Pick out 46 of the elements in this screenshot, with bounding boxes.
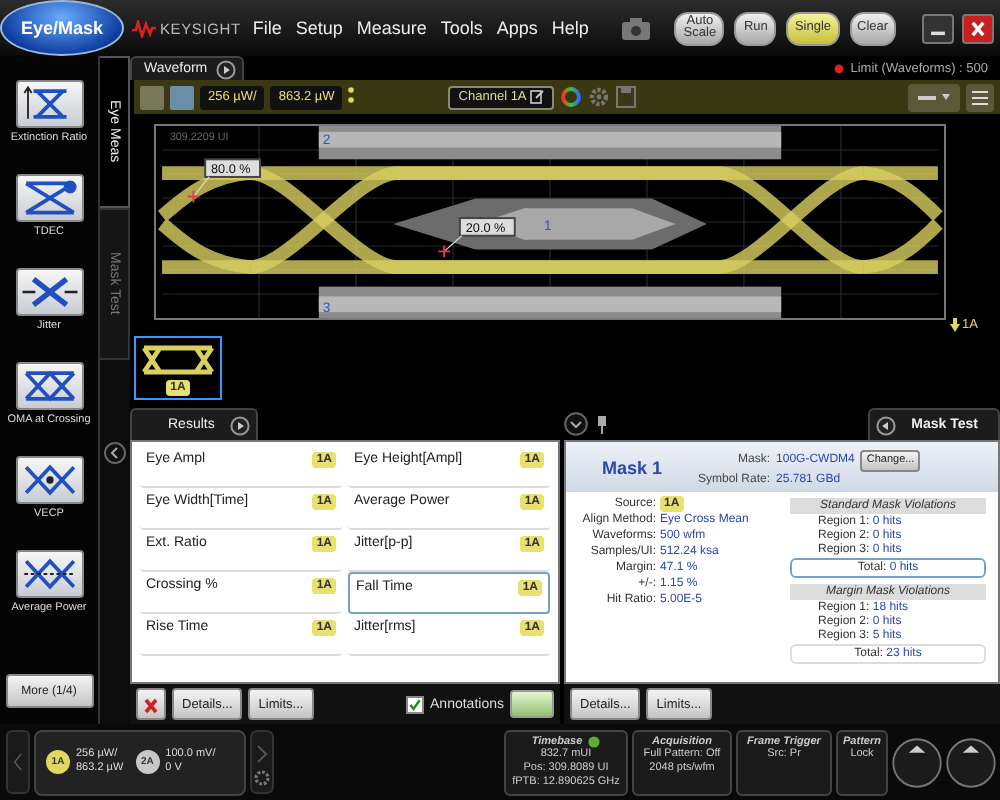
menu-item[interactable]: Help	[551, 18, 589, 38]
camera-icon[interactable]	[622, 17, 651, 39]
wave-logo-icon	[132, 19, 156, 37]
eye-icon	[140, 342, 216, 378]
eye-tool-icon	[15, 174, 83, 222]
layout-button[interactable]	[140, 85, 164, 109]
marker-line	[443, 235, 463, 252]
color-swatch-button[interactable]	[510, 690, 554, 718]
menu-item[interactable]: Measure	[356, 18, 427, 38]
save-icon[interactable]	[616, 86, 637, 108]
edit-icon	[530, 90, 545, 104]
menu-item[interactable]: Apps	[496, 18, 538, 38]
delete-button[interactable]	[136, 688, 166, 720]
settings-icon[interactable]	[250, 730, 274, 794]
app-menu-button[interactable]: Eye/Mask	[0, 0, 124, 56]
marker-line	[192, 176, 210, 198]
close-button[interactable]	[962, 13, 994, 43]
dropdown-button[interactable]	[908, 83, 960, 111]
up-arrow-button[interactable]	[892, 737, 942, 787]
expand-icon[interactable]	[564, 412, 588, 436]
menu-item[interactable]: Tools	[440, 18, 483, 38]
play-icon[interactable]	[215, 59, 236, 79]
layout-button[interactable]	[170, 85, 194, 109]
collapse-icon[interactable]	[104, 442, 126, 464]
down-arrow-icon	[950, 318, 960, 332]
checkbox[interactable]	[406, 695, 425, 713]
more-icon[interactable]	[348, 86, 355, 108]
mask-title: Mask 1	[599, 457, 665, 477]
eye-threshold-icon	[15, 80, 83, 128]
eye-crossing-icon	[15, 362, 83, 410]
color-wheel-icon[interactable]	[560, 86, 583, 108]
eye-arrows-icon	[15, 268, 83, 316]
minimize-button[interactable]	[922, 13, 954, 43]
settings-icon[interactable]	[588, 86, 611, 108]
status-dot-icon	[834, 63, 845, 73]
menu-item[interactable]: Setup	[295, 18, 343, 38]
close-icon	[144, 698, 158, 714]
menu-item[interactable]: File	[252, 18, 282, 38]
menu-icon[interactable]	[966, 83, 994, 111]
crosshair-icon	[186, 189, 201, 204]
back-icon[interactable]	[875, 415, 896, 435]
up-arrow-button[interactable]	[946, 737, 996, 787]
crosshair-icon	[437, 244, 452, 259]
play-icon[interactable]	[230, 415, 251, 435]
eye-dashed-icon	[15, 550, 83, 598]
pin-icon[interactable]	[596, 415, 608, 433]
